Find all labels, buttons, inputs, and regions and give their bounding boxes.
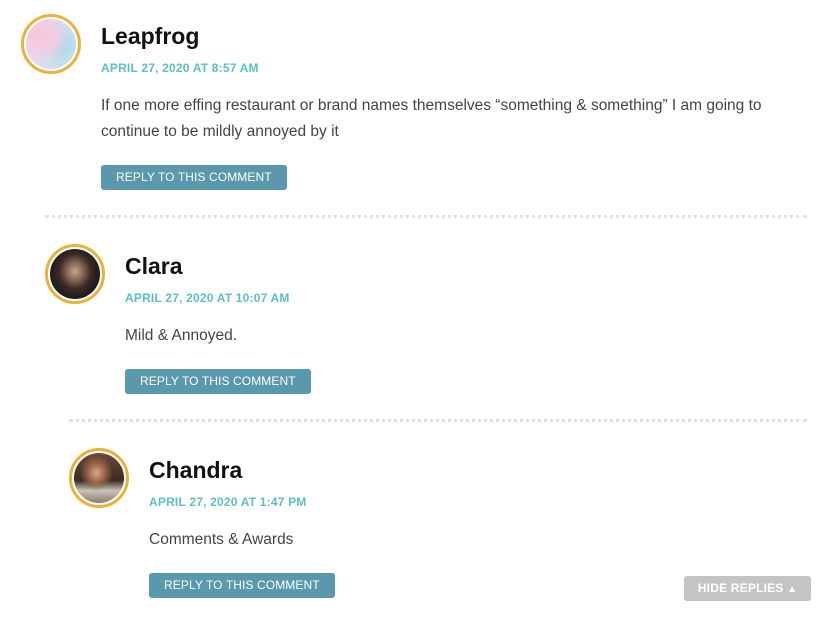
hide-replies-label: HIDE REPLIES [697, 581, 784, 595]
comment-leapfrog: Leapfrog APRIL 27, 2020 AT 8:57 AM If on… [21, 14, 811, 194]
avatar[interactable] [21, 14, 81, 74]
comment-text: If one more effing restaurant or brand n… [101, 97, 762, 140]
comment-author[interactable]: Clara [125, 253, 183, 280]
comment-date[interactable]: APRIL 27, 2020 AT 8:57 AM [101, 61, 259, 75]
avatar-image [50, 249, 100, 299]
comment-date[interactable]: APRIL 27, 2020 AT 10:07 AM [125, 291, 290, 305]
hide-replies-button[interactable]: HIDE REPLIES ▲ [684, 576, 811, 601]
comment-clara: Clara APRIL 27, 2020 AT 10:07 AM Mild & … [45, 244, 811, 394]
reply-button[interactable]: REPLY TO THIS COMMENT [101, 165, 287, 190]
avatar[interactable] [69, 448, 129, 508]
reply-button[interactable]: REPLY TO THIS COMMENT [149, 573, 335, 598]
comment-text: Mild & Annoyed. [125, 327, 238, 344]
triangle-up-icon: ▲ [787, 584, 798, 595]
comment-author[interactable]: Chandra [149, 457, 242, 484]
comment-text: Comments & Awards [149, 531, 294, 548]
avatar-image [74, 453, 124, 503]
avatar[interactable] [45, 244, 105, 304]
reply-button[interactable]: REPLY TO THIS COMMENT [125, 369, 311, 394]
comment-author[interactable]: Leapfrog [101, 23, 199, 50]
comment-date[interactable]: APRIL 27, 2020 AT 1:47 PM [149, 495, 307, 509]
comment-divider [45, 215, 807, 218]
comment-divider [69, 419, 807, 422]
avatar-image [26, 19, 76, 69]
